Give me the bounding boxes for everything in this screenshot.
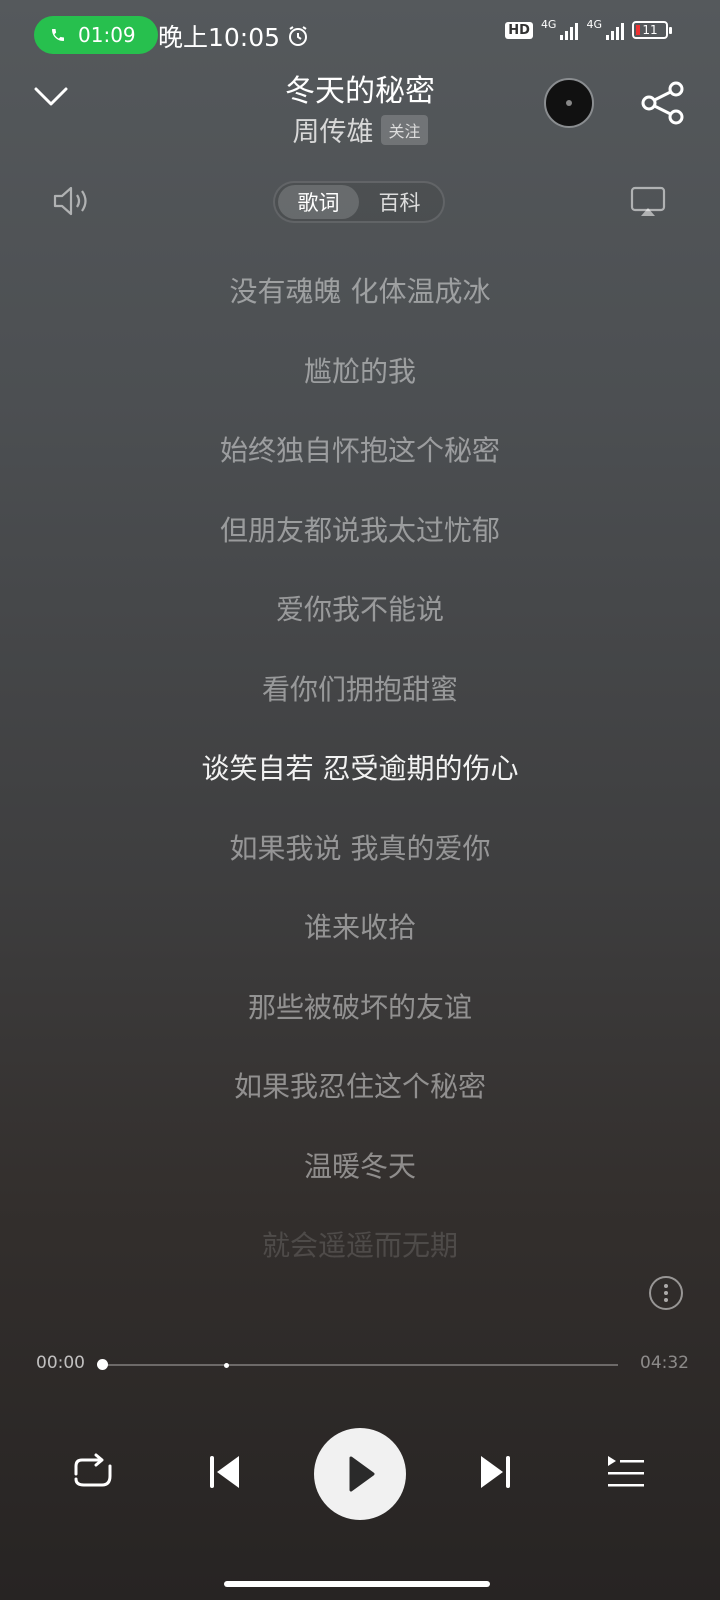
lyrics-tab-switcher: 歌词 百科 (273, 181, 445, 223)
artist-row: 周传雄 关注 (0, 110, 720, 149)
lyric-line[interactable]: 谁来收拾 (0, 898, 720, 978)
playlist-icon[interactable] (606, 1452, 646, 1496)
call-status-pill[interactable]: 01:09 (34, 16, 158, 54)
lyrics-list[interactable]: 没有魂魄 化体温成冰 尴尬的我 始终独自怀抱这个秘密 但朋友都说我太过忧郁 爱你我不能说… (0, 262, 720, 1296)
phone-icon (52, 29, 64, 41)
status-indicators: HD 4G 4G 11 (505, 17, 672, 40)
artist-name[interactable]: 周传雄 (292, 110, 373, 149)
tab-wiki[interactable]: 百科 (359, 185, 440, 219)
battery-level: 11 (642, 23, 658, 37)
play-icon (349, 1456, 375, 1492)
lyric-line[interactable]: 但朋友都说我太过忧郁 (0, 501, 720, 581)
home-indicator[interactable] (224, 1581, 490, 1587)
lyric-line[interactable]: 就会遥遥而无期 (0, 1216, 720, 1296)
total-time: 04:32 (640, 1353, 689, 1373)
album-disc-icon[interactable] (544, 78, 594, 128)
repeat-icon[interactable] (72, 1452, 114, 1496)
previous-icon[interactable] (207, 1452, 243, 1496)
clock-text: 晚上10:05 (158, 23, 281, 52)
signal-icon (560, 20, 579, 40)
play-button[interactable] (314, 1428, 406, 1520)
battery-icon: 11 (632, 21, 672, 39)
alarm-icon (289, 26, 308, 46)
hd-badge: HD (505, 21, 533, 39)
next-icon[interactable] (477, 1452, 513, 1496)
song-title: 冬天的秘密 (285, 74, 435, 109)
lyric-line-current[interactable]: 谈笑自若 忍受逾期的伤心 (0, 739, 720, 819)
progress-marker (224, 1363, 229, 1368)
lyric-line[interactable]: 如果我忍住这个秘密 (0, 1057, 720, 1137)
cast-icon[interactable] (630, 186, 666, 222)
share-icon[interactable] (640, 80, 686, 130)
progress-track[interactable] (102, 1364, 618, 1366)
call-duration: 01:09 (78, 23, 136, 47)
lyric-line[interactable]: 如果我说 我真的爱你 (0, 819, 720, 899)
lyric-line[interactable]: 温暖冬天 (0, 1137, 720, 1217)
follow-button[interactable]: 关注 (381, 114, 428, 145)
lyric-line[interactable]: 始终独自怀抱这个秘密 (0, 421, 720, 501)
network-type-2: 4G (586, 17, 602, 31)
lyric-line[interactable]: 没有魂魄 化体温成冰 (0, 262, 720, 342)
current-time: 00:00 (36, 1353, 85, 1373)
network-type-1: 4G (540, 17, 557, 31)
lyric-line[interactable]: 看你们拥抱甜蜜 (0, 660, 720, 740)
progress-knob[interactable] (97, 1359, 108, 1370)
lyric-line[interactable]: 爱你我不能说 (0, 580, 720, 660)
lyric-line[interactable]: 尴尬的我 (0, 342, 720, 422)
speaker-icon[interactable] (52, 183, 90, 223)
more-vertical-icon[interactable] (649, 1276, 683, 1310)
tab-lyrics[interactable]: 歌词 (278, 185, 359, 219)
status-clock: 晚上10:05 (158, 18, 310, 54)
signal-icon (606, 20, 624, 40)
lyric-line[interactable]: 那些被破坏的友谊 (0, 978, 720, 1058)
